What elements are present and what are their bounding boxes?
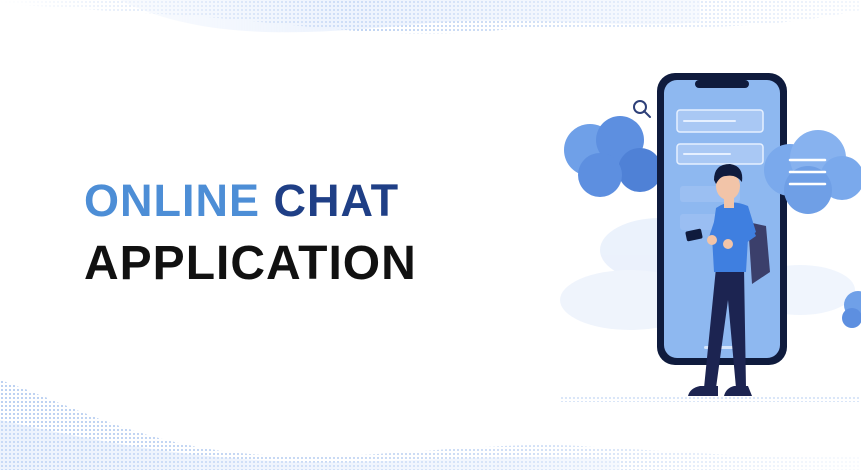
title-line-one: ONLINE CHAT <box>84 178 417 230</box>
title-word-application: APPLICATION <box>84 237 417 290</box>
page-title: ONLINE CHAT APPLICATION <box>84 178 417 288</box>
search-icon <box>633 100 651 118</box>
chat-illustration <box>560 73 861 396</box>
title-word-chat: CHAT <box>273 175 400 226</box>
cloud-left-icon <box>564 116 662 197</box>
top-wave <box>0 0 861 34</box>
hero-banner: ONLINE CHAT APPLICATION <box>0 0 861 470</box>
title-word-online: ONLINE <box>84 175 261 226</box>
